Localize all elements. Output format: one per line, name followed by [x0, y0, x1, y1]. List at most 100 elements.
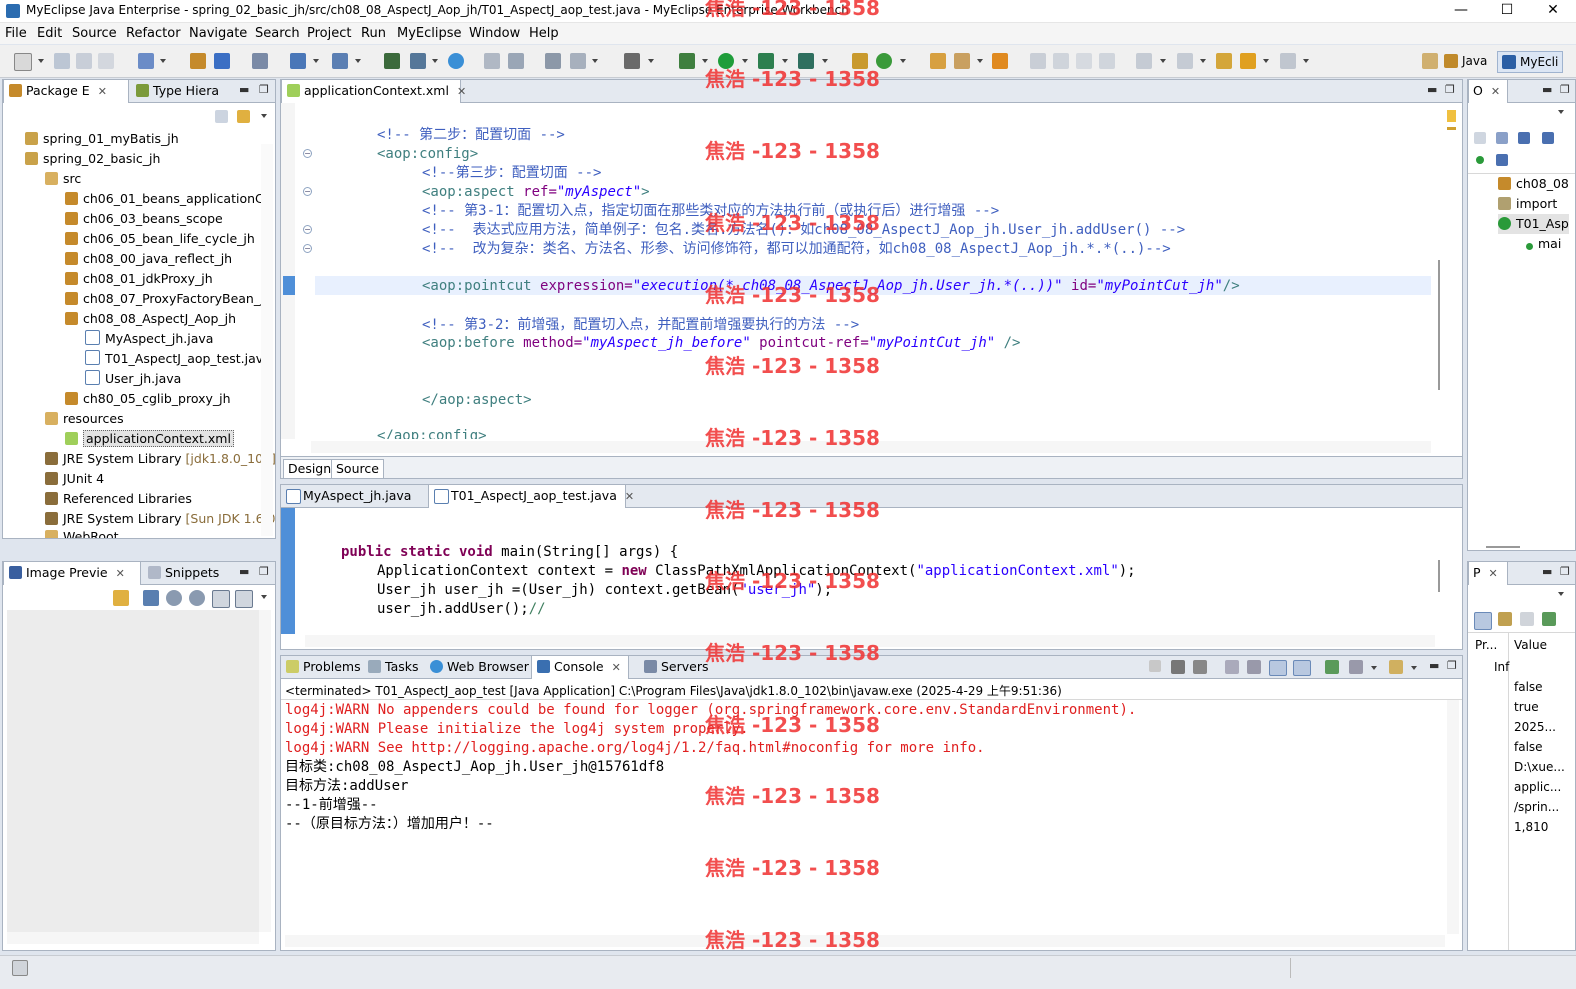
- chevron-down-icon[interactable]: [432, 59, 438, 63]
- block-icon[interactable]: [1099, 53, 1115, 69]
- next-annotation-icon[interactable]: [1136, 53, 1152, 69]
- tab-package-explorer[interactable]: Package E ✕: [3, 80, 129, 103]
- property-value[interactable]: /sprin...: [1514, 800, 1559, 814]
- menu-search[interactable]: Search: [255, 26, 300, 41]
- menu-run[interactable]: Run: [361, 26, 386, 41]
- tree-item-library[interactable]: Referenced Libraries: [45, 489, 192, 509]
- view-menu-icon[interactable]: [261, 595, 267, 599]
- code-line[interactable]: public static void main(String[] args) {: [341, 543, 678, 562]
- hide-static-icon[interactable]: [1542, 132, 1554, 144]
- tree-item-java-file[interactable]: User_jh.java: [85, 369, 181, 389]
- save-all-icon[interactable]: [76, 53, 92, 69]
- minimize-view-icon[interactable]: ▬: [239, 83, 249, 96]
- tree-item-package[interactable]: ch08_01_jdkProxy_jh: [65, 269, 213, 289]
- horizontal-scrollbar[interactable]: [285, 935, 1445, 947]
- code-line[interactable]: <!-- 第二步：配置切面 -->: [377, 126, 565, 145]
- open-resource-icon[interactable]: [570, 53, 586, 69]
- new-icon[interactable]: [14, 53, 32, 71]
- menu-myeclipse[interactable]: MyEclipse: [397, 26, 462, 41]
- new-wizard-icon[interactable]: [138, 53, 154, 69]
- tree-item-library[interactable]: JUnit 4: [45, 469, 104, 489]
- scroll-thumb[interactable]: [1486, 546, 1520, 548]
- chevron-down-icon[interactable]: [977, 59, 983, 63]
- tree-item-java-file[interactable]: T01_AspectJ_aop_test.java: [85, 349, 271, 369]
- chevron-down-icon[interactable]: [822, 59, 828, 63]
- run-icon[interactable]: [718, 53, 734, 69]
- tree-item-package[interactable]: ch08_08_AspectJ_Aop_jh: [65, 309, 236, 329]
- show-on-stderr-icon[interactable]: [1293, 660, 1311, 676]
- vertical-scrollbar[interactable]: [1447, 700, 1459, 934]
- vertical-scrollbar[interactable]: [261, 144, 273, 536]
- save-icon[interactable]: [54, 53, 70, 69]
- collapse-all-icon[interactable]: [215, 110, 228, 123]
- camera-icon[interactable]: [624, 53, 640, 69]
- close-tab-icon[interactable]: ✕: [1489, 567, 1498, 580]
- code-line[interactable]: </aop:aspect>: [422, 391, 532, 410]
- code-line[interactable]: <!-- 表达式应用方法，简单例子：包名.类名.方法名()：如ch08_08_A…: [422, 221, 1185, 240]
- code-line[interactable]: <!--第三步：配置切面 -->: [422, 164, 601, 183]
- close-tab-icon[interactable]: ✕: [625, 490, 634, 503]
- debug-server-icon[interactable]: [290, 53, 306, 69]
- tab-snippets[interactable]: Snippets: [143, 562, 225, 584]
- chevron-down-icon[interactable]: [1200, 59, 1206, 63]
- view-menu-icon[interactable]: [1558, 592, 1564, 596]
- minimize-view-icon[interactable]: ▬: [239, 565, 249, 578]
- open-console-icon[interactable]: [1389, 660, 1403, 674]
- value-column-header[interactable]: Value: [1514, 638, 1547, 652]
- tree-item-library[interactable]: JRE System Library [Sun JDK 1.6.0: [45, 509, 275, 529]
- minimize-view-icon[interactable]: ▬: [1427, 83, 1437, 96]
- chevron-down-icon[interactable]: [900, 59, 906, 63]
- sort-icon[interactable]: [1496, 132, 1508, 144]
- minimize-view-icon[interactable]: ▬: [1542, 83, 1552, 96]
- tree-item-java-file[interactable]: MyAspect_jh.java: [85, 329, 213, 349]
- maximize-view-icon[interactable]: ❐: [1447, 659, 1457, 672]
- server-icon[interactable]: [252, 53, 268, 69]
- collapse-all-icon[interactable]: [1474, 132, 1486, 144]
- minimize-view-icon[interactable]: ▬: [1429, 659, 1439, 672]
- property-value[interactable]: D:\xue...: [1514, 760, 1565, 774]
- tree-item-package[interactable]: ch08_07_ProxyFactoryBean_jh: [65, 289, 272, 309]
- fold-icon[interactable]: −: [303, 149, 312, 158]
- tree-item-package[interactable]: ch06_03_beans_scope: [65, 209, 223, 229]
- property-value[interactable]: false: [1514, 740, 1543, 754]
- close-tab-icon[interactable]: ✕: [98, 85, 107, 98]
- tab-servers[interactable]: Servers: [639, 656, 715, 678]
- remove-launch-icon[interactable]: [1171, 660, 1185, 674]
- external-tools-icon[interactable]: [798, 53, 814, 69]
- chevron-down-icon[interactable]: [702, 59, 708, 63]
- chevron-down-icon[interactable]: [160, 59, 166, 63]
- fast-view-icon[interactable]: [12, 960, 28, 976]
- code-line[interactable]: ApplicationContext context = new ClassPa…: [377, 562, 1136, 581]
- code-line[interactable]: User_jh user_jh =(User_jh) context.getBe…: [377, 581, 832, 600]
- display-console-icon[interactable]: [1349, 660, 1363, 674]
- show-advanced-icon[interactable]: [1498, 612, 1512, 626]
- property-value[interactable]: 1,810: [1514, 820, 1548, 834]
- link-icon[interactable]: [113, 590, 129, 606]
- close-tab-icon[interactable]: ✕: [612, 661, 621, 674]
- code-line[interactable]: <!-- 改为复杂：类名、方法名、形参、访问修饰符，都可以加通配符，如ch08_…: [422, 240, 1171, 259]
- maximize-view-icon[interactable]: ❐: [1560, 83, 1570, 96]
- tree-item-library[interactable]: JRE System Library [jdk1.8.0_102]: [45, 449, 275, 469]
- globe-icon[interactable]: [448, 53, 464, 69]
- pin-console-icon[interactable]: [1325, 660, 1339, 674]
- tab-problems[interactable]: Problems: [281, 656, 367, 678]
- outline-item-class[interactable]: T01_Asp: [1498, 214, 1569, 234]
- tree-item-package[interactable]: ch08_00_java_reflect_jh: [65, 249, 232, 269]
- pin-icon[interactable]: [1542, 612, 1556, 626]
- outline-item-package[interactable]: ch08_08: [1498, 174, 1569, 194]
- code-line[interactable]: <!-- 第3-1：配置切入点，指定切面在那些类对应的方法执行前（或执行后）进行…: [422, 202, 999, 221]
- tree-item-xml-file[interactable]: applicationContext.xml: [65, 429, 234, 449]
- code-line[interactable]: user_jh.addUser();//: [377, 600, 546, 619]
- zoom-out-icon[interactable]: [166, 590, 182, 606]
- view-menu-icon[interactable]: [261, 114, 267, 118]
- new-class-icon[interactable]: [876, 53, 892, 69]
- horizontal-scrollbar[interactable]: [7, 932, 259, 944]
- fold-icon[interactable]: −: [303, 225, 312, 234]
- last-edit-icon[interactable]: [1216, 53, 1232, 69]
- code-line[interactable]: <aop:before method="myAspect_jh_before" …: [422, 334, 1021, 353]
- tab-applicationcontext-xml[interactable]: applicationContext.xml ✕: [281, 80, 466, 103]
- tab-outline[interactable]: O ✕: [1468, 80, 1508, 103]
- warning-marker-icon[interactable]: [1447, 110, 1456, 122]
- back-arrow-icon[interactable]: [1240, 53, 1256, 69]
- build-icon[interactable]: [384, 53, 400, 69]
